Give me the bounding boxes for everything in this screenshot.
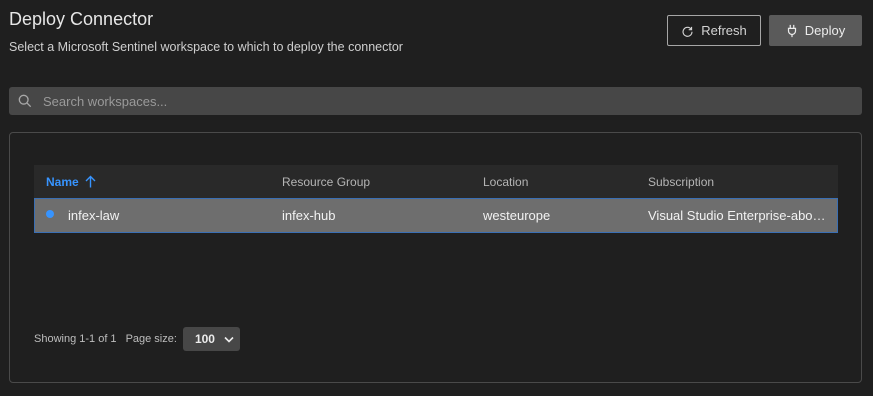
row-resource-group: infex-hub	[282, 208, 336, 223]
refresh-label: Refresh	[701, 23, 747, 38]
column-header-name[interactable]: Name	[46, 165, 96, 198]
row-subscription: Visual Studio Enterprise-abo…	[648, 208, 826, 223]
column-header-name-label: Name	[46, 174, 79, 189]
column-header-resource-group[interactable]: Resource Group	[282, 165, 370, 198]
page-size-label: Page size:	[125, 333, 177, 345]
chevron-down-icon	[224, 336, 234, 343]
workspace-panel: Name Resource Group Location Subscriptio…	[9, 132, 862, 383]
page-size-value: 100	[194, 332, 215, 346]
refresh-icon	[682, 26, 693, 37]
row-name: infex-law	[68, 208, 120, 223]
arrow-up-icon	[85, 175, 96, 188]
table-row[interactable]: infex-law infex-hub westeurope Visual St…	[34, 198, 838, 233]
deploy-label: Deploy	[804, 23, 846, 38]
plug-icon	[787, 24, 796, 37]
page-size-select[interactable]: 100	[182, 327, 240, 351]
row-location: westeurope	[483, 208, 551, 223]
selected-indicator-icon	[46, 209, 54, 218]
column-header-subscription[interactable]: Subscription	[648, 165, 714, 198]
column-header-location[interactable]: Location	[483, 165, 528, 198]
pagination: Showing 1-1 of 1 Page size: 100	[34, 327, 240, 351]
workspace-table: Name Resource Group Location Subscriptio…	[34, 165, 838, 233]
refresh-button[interactable]: Refresh	[667, 15, 761, 46]
row-subscription-cell: Visual Studio Enterprise-abo…	[648, 199, 826, 232]
deploy-button[interactable]: Deploy	[769, 15, 862, 46]
pagination-summary: Showing 1-1 of 1	[34, 333, 117, 345]
table-header: Name Resource Group Location Subscriptio…	[34, 165, 838, 198]
row-name-cell: infex-law	[46, 199, 119, 232]
search-box[interactable]	[9, 87, 862, 115]
search-input[interactable]	[41, 92, 821, 110]
page-subtitle: Select a Microsoft Sentinel workspace to…	[9, 40, 403, 54]
search-icon	[18, 94, 32, 108]
page-title: Deploy Connector	[9, 9, 154, 29]
